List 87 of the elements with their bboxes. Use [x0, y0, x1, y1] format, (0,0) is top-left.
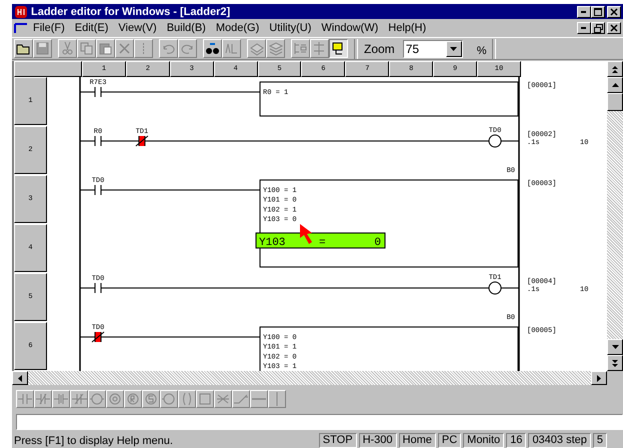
- instruction-box[interactable]: [260, 180, 518, 268]
- menu-item[interactable]: Utility(U): [264, 22, 316, 34]
- status-message: Press [F1] to display Help menu.: [13, 434, 174, 446]
- right-arrow-icon: [597, 374, 601, 382]
- coil-symbol[interactable]: [488, 134, 502, 148]
- window-title: Ladder editor for Windows - [Ladder2]: [31, 6, 232, 18]
- coil-icon: [125, 390, 141, 407]
- menu-item[interactable]: Mode(G): [210, 22, 264, 34]
- palette-button[interactable]: [232, 390, 250, 408]
- palette-button[interactable]: [160, 390, 178, 408]
- palette-button[interactable]: [52, 390, 70, 408]
- status-pane: Home: [398, 433, 436, 448]
- close-icon: [610, 24, 618, 32]
- stack-icon: [267, 40, 284, 58]
- toolbar-button[interactable]: [329, 39, 348, 58]
- instruction-box[interactable]: [260, 82, 518, 117]
- coil-symbol[interactable]: [488, 282, 502, 295]
- scroll-top-button[interactable]: [607, 61, 623, 78]
- palette-button[interactable]: [196, 390, 214, 408]
- menu-item[interactable]: File(F): [28, 22, 70, 34]
- close-button[interactable]: [607, 22, 621, 34]
- status-pane: H-300: [358, 433, 397, 448]
- horizontal-line-icon: [251, 398, 267, 400]
- vertical-line-icon: [276, 390, 278, 407]
- palette-button[interactable]: [214, 390, 232, 408]
- dropdown-arrow-icon: [450, 46, 458, 51]
- menu-item[interactable]: Edit(E): [70, 22, 114, 34]
- restore-icon: [594, 24, 602, 33]
- instruction-box[interactable]: [260, 326, 518, 372]
- double-up-arrow-icon: [611, 64, 619, 74]
- menu-item[interactable]: Window(W): [316, 22, 384, 34]
- maximize-icon: [594, 8, 602, 16]
- scroll-down-button[interactable]: [607, 339, 623, 356]
- restore-button[interactable]: [591, 22, 605, 34]
- maximize-button[interactable]: [591, 6, 605, 18]
- palette-button[interactable]: [142, 390, 160, 408]
- down-arrow-icon: [612, 345, 618, 350]
- menu-item[interactable]: Help(H): [383, 22, 432, 34]
- palette-button[interactable]: [70, 390, 88, 408]
- minimize-icon: [581, 27, 587, 30]
- minimize-button[interactable]: [577, 22, 591, 34]
- scroll-right-button[interactable]: [591, 371, 607, 386]
- closed-contact-symbol[interactable]: [92, 332, 104, 343]
- close-icon: [610, 8, 618, 16]
- scroll-up-button[interactable]: [607, 77, 623, 94]
- double-down-arrow-icon: [611, 358, 619, 368]
- palette-button[interactable]: [34, 390, 52, 408]
- scroll-left-button[interactable]: [12, 371, 28, 386]
- scroll-thumb[interactable]: [607, 93, 623, 112]
- zoom-dropdown[interactable]: 75: [402, 40, 463, 58]
- palette-button[interactable]: [178, 390, 196, 408]
- palette-button[interactable]: [106, 390, 124, 408]
- mouse-pointer-icon: [300, 224, 312, 244]
- status-pane: STOP: [318, 433, 357, 448]
- square-icon: [197, 390, 213, 407]
- coil-icon: [89, 390, 105, 407]
- status-pane: Monito: [463, 433, 504, 448]
- palette-button[interactable]: [88, 390, 106, 408]
- tooltip-value: 0: [374, 237, 381, 250]
- document-icon[interactable]: [14, 22, 28, 34]
- up-arrow-icon: [612, 83, 618, 88]
- coil-icon: [161, 390, 177, 407]
- minimize-button[interactable]: [577, 6, 591, 18]
- palette-button[interactable]: [268, 390, 286, 408]
- status-pane: 5: [592, 433, 607, 448]
- tooltip-operator: =: [319, 237, 326, 250]
- coil-icon: [107, 390, 123, 407]
- app-logo-icon: [14, 4, 28, 19]
- status-pane: 03403 step: [528, 433, 591, 448]
- closed-contact-symbol[interactable]: [135, 136, 148, 147]
- minimize-icon: [581, 10, 587, 13]
- copy-icon: [78, 40, 95, 58]
- menu-item[interactable]: View(V): [113, 22, 162, 34]
- palette-button[interactable]: [16, 390, 34, 408]
- palette-button[interactable]: [250, 390, 268, 408]
- status-pane: PC: [438, 433, 462, 448]
- zoom-label: Zoom: [364, 42, 395, 56]
- menu-item[interactable]: Build(B): [162, 22, 211, 34]
- scroll-bottom-button[interactable]: [607, 355, 623, 372]
- command-input-field[interactable]: [16, 414, 623, 430]
- palette-button[interactable]: [124, 390, 142, 408]
- close-button[interactable]: [607, 6, 621, 18]
- status-pane: 16: [506, 433, 526, 448]
- percent-label: %: [476, 44, 486, 57]
- tooltip-device: Y103: [259, 237, 286, 250]
- coil-icon: [143, 390, 159, 407]
- left-arrow-icon: [18, 374, 22, 382]
